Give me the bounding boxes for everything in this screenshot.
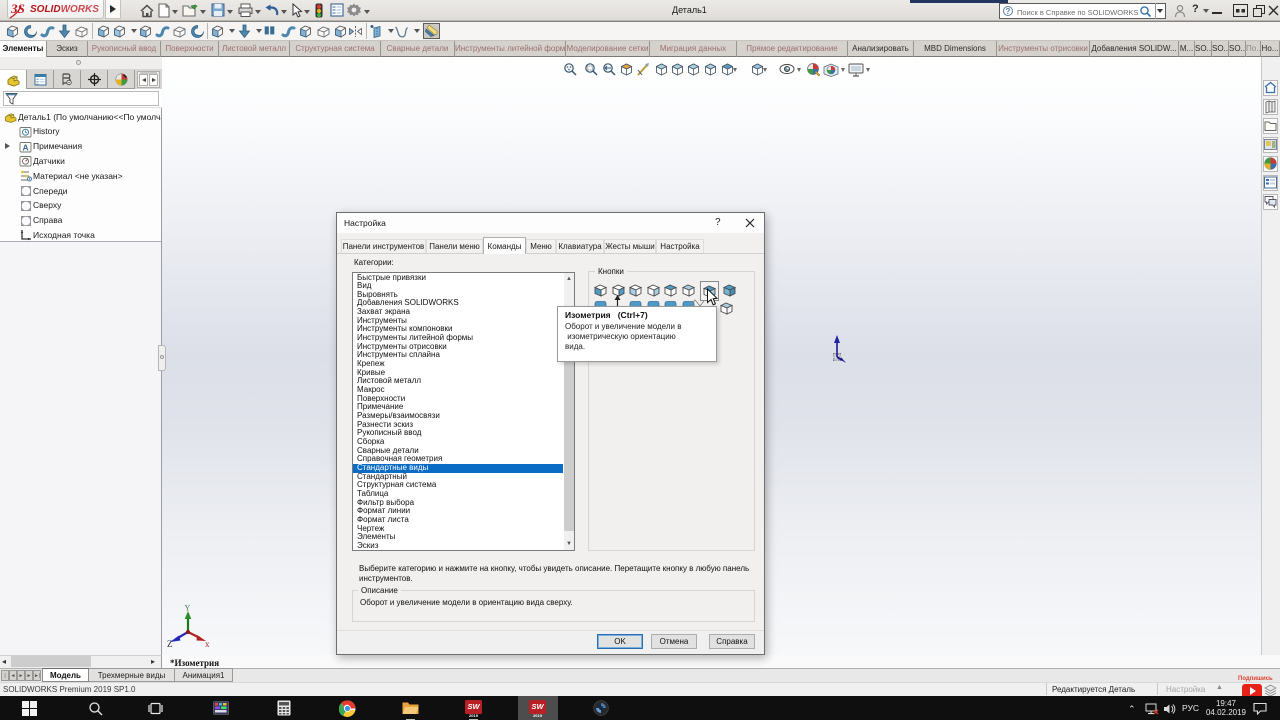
svg-text:A: A: [23, 142, 29, 152]
svg-text:Y: Y: [185, 604, 191, 613]
svg-text:Z: Z: [167, 639, 173, 647]
svg-text:x: x: [205, 639, 210, 647]
